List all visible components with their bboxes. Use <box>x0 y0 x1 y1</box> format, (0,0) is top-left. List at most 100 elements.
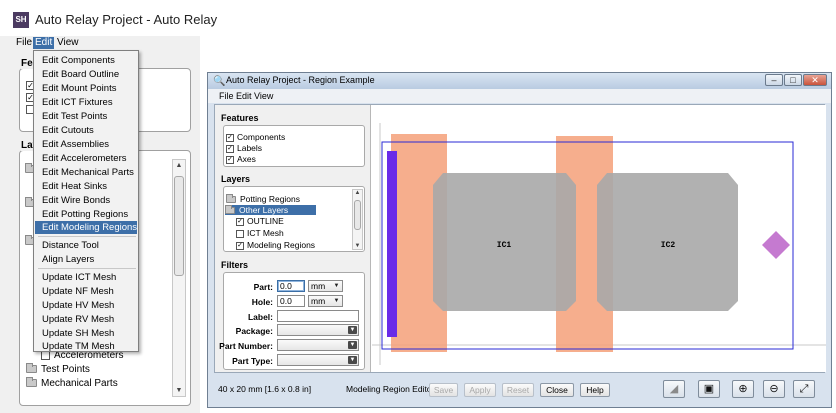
region-menu-edit[interactable]: Edit <box>236 91 252 101</box>
menu-item-distance-tool[interactable]: Distance Tool <box>35 239 137 252</box>
layer-modeling-regions[interactable]: ✓ Modeling Regions <box>236 240 315 250</box>
region-menu-file[interactable]: File <box>219 91 234 101</box>
ic2-label: IC2 <box>661 241 676 250</box>
menu-separator <box>38 236 136 237</box>
region-left-panel: Features ✓ Components ✓ Labels ✓ Axes Layer… <box>215 105 370 372</box>
scroll-thumb[interactable] <box>354 200 361 230</box>
region-menu-view[interactable]: View <box>254 91 273 101</box>
scroll-down-icon[interactable]: ▼ <box>173 387 185 394</box>
checkbox[interactable]: ✓ <box>226 155 234 164</box>
hole-filter-input[interactable]: 0.0 <box>277 295 305 307</box>
menu-item-update-hv-mesh[interactable]: Update HV Mesh <box>35 299 137 312</box>
chevron-down-icon: ▼ <box>348 356 357 364</box>
checkbox[interactable]: ✓ <box>236 217 244 226</box>
feature-labels[interactable]: ✓ Labels <box>226 143 262 153</box>
layers-scrollbar[interactable]: ▲ ▼ <box>172 159 186 397</box>
menu-separator <box>38 268 136 269</box>
layer-outline[interactable]: ✓ OUTLINE <box>236 216 284 226</box>
menu-item-edit-assemblies[interactable]: Edit Assemblies <box>35 138 137 151</box>
main-title-bar: SH Auto Relay Project - Auto Relay <box>0 0 217 36</box>
tree-item-mechanical-parts[interactable]: Mechanical Parts <box>26 377 118 390</box>
left-bar-region <box>387 151 397 337</box>
menu-item-update-rv-mesh[interactable]: Update RV Mesh <box>35 313 137 326</box>
package-select[interactable]: ▼ <box>277 324 359 336</box>
close-button[interactable]: Close <box>540 383 574 397</box>
diamond-marker <box>762 231 790 259</box>
region-window-title: Auto Relay Project - Region Example <box>226 75 375 85</box>
scroll-up-icon[interactable]: ▲ <box>173 162 185 169</box>
layer-other-layers[interactable]: Other Layers <box>225 205 316 215</box>
editor-name-label: Modeling Region Editor <box>346 384 435 394</box>
label-filter-label: Label: <box>247 312 273 322</box>
part-unit-select[interactable]: mm ▼ <box>308 280 343 292</box>
menu-item-update-nf-mesh[interactable]: Update NF Mesh <box>35 285 137 298</box>
menu-item-edit-modeling-regions[interactable]: Edit Modeling Regions <box>35 221 137 234</box>
layer-potting-regions[interactable]: Potting Regions <box>226 194 300 204</box>
checkbox[interactable]: ✓ <box>236 241 244 250</box>
menu-item-edit-potting-regions[interactable]: Edit Potting Regions <box>35 208 137 221</box>
part-type-select[interactable]: ▼ <box>277 354 359 366</box>
chevron-down-icon: ▼ <box>333 283 340 289</box>
menu-item-update-tm-mesh[interactable]: Update TM Mesh <box>35 340 137 353</box>
close-window-button[interactable]: ✕ <box>803 74 827 86</box>
scroll-thumb[interactable] <box>174 176 184 276</box>
measure-icon[interactable]: ◢ <box>663 380 685 398</box>
layers-label: Layers <box>221 174 251 184</box>
folder-icon <box>26 363 37 374</box>
save-button[interactable]: Save <box>429 383 458 397</box>
part-type-filter-label: Part Type: <box>232 356 273 366</box>
menu-item-edit-heat-sinks[interactable]: Edit Heat Sinks <box>35 180 137 193</box>
part-filter-label: Part: <box>253 282 273 292</box>
menu-item-edit-wire-bonds[interactable]: Edit Wire Bonds <box>35 194 137 207</box>
menu-item-edit-test-points[interactable]: Edit Test Points <box>35 110 137 123</box>
menu-item-update-sh-mesh[interactable]: Update SH Mesh <box>35 327 137 340</box>
layers-scrollbar[interactable]: ▲ ▼ <box>352 189 363 250</box>
part-number-filter-label: Part Number: <box>219 341 273 351</box>
tree-item-test-points[interactable]: Test Points <box>26 363 90 376</box>
features-label: Features <box>221 113 259 123</box>
zoom-out-icon[interactable]: ⊖ <box>763 380 785 398</box>
feature-components[interactable]: ✓ Components <box>226 132 285 142</box>
scroll-down-icon[interactable]: ▼ <box>353 243 362 249</box>
board-drawing[interactable]: IC1 IC2 <box>372 105 826 372</box>
menu-item-edit-ict-fixtures[interactable]: Edit ICT Fixtures <box>35 96 137 109</box>
board-canvas[interactable]: IC1 IC2 <box>372 105 826 372</box>
menu-item-align-layers[interactable]: Align Layers <box>35 253 137 266</box>
layers-box: Potting Regions Other Layers ✓ OUTLINE IC… <box>223 186 365 252</box>
apply-button[interactable]: Apply <box>464 383 496 397</box>
menu-edit[interactable]: Edit <box>33 37 55 49</box>
label-filter-input[interactable] <box>277 310 359 322</box>
features-box: ✓ Components ✓ Labels ✓ Axes <box>223 125 365 167</box>
hole-unit-select[interactable]: mm ▼ <box>308 295 343 307</box>
region-window-title-bar: 🔍 Auto Relay Project - Region Example – … <box>208 73 831 89</box>
menu-item-edit-accelerometers[interactable]: Edit Accelerometers <box>35 152 137 165</box>
panel-divider[interactable] <box>370 105 371 372</box>
checkbox[interactable]: ✓ <box>226 144 234 153</box>
menu-item-update-ict-mesh[interactable]: Update ICT Mesh <box>35 271 137 284</box>
reset-button[interactable]: Reset <box>502 383 534 397</box>
main-window-title: Auto Relay Project - Auto Relay <box>35 12 218 27</box>
menu-item-edit-cutouts[interactable]: Edit Cutouts <box>35 124 137 137</box>
zoom-in-icon[interactable]: ⊕ <box>732 380 754 398</box>
menu-item-edit-mount-points[interactable]: Edit Mount Points <box>35 82 137 95</box>
part-number-select[interactable]: ▼ <box>277 339 359 351</box>
fit-icon[interactable]: ⤢ <box>793 380 815 398</box>
package-filter-label: Package: <box>235 326 273 336</box>
menu-item-edit-mechanical-parts[interactable]: Edit Mechanical Parts <box>35 166 137 179</box>
checkbox[interactable] <box>236 229 244 238</box>
menu-item-edit-board-outline[interactable]: Edit Board Outline <box>35 68 137 81</box>
menu-file[interactable]: File <box>14 37 34 49</box>
layer-ict-mesh[interactable]: ICT Mesh <box>236 228 284 238</box>
region-example-window: 🔍 Auto Relay Project - Region Example – … <box>207 72 832 408</box>
help-button[interactable]: Help <box>580 383 610 397</box>
menu-view[interactable]: View <box>55 37 81 49</box>
part-filter-input[interactable]: 0.0 <box>277 280 305 292</box>
maximize-button[interactable]: □ <box>784 74 802 86</box>
minimize-button[interactable]: – <box>765 74 783 86</box>
checkbox[interactable]: ✓ <box>226 133 234 142</box>
menu-item-edit-components[interactable]: Edit Components <box>35 54 137 67</box>
camera-icon[interactable]: ▣ <box>698 380 720 398</box>
feature-axes[interactable]: ✓ Axes <box>226 154 256 164</box>
scroll-up-icon[interactable]: ▲ <box>353 190 362 196</box>
edit-menu-dropdown: Edit Components Edit Board Outline Edit … <box>33 50 139 352</box>
